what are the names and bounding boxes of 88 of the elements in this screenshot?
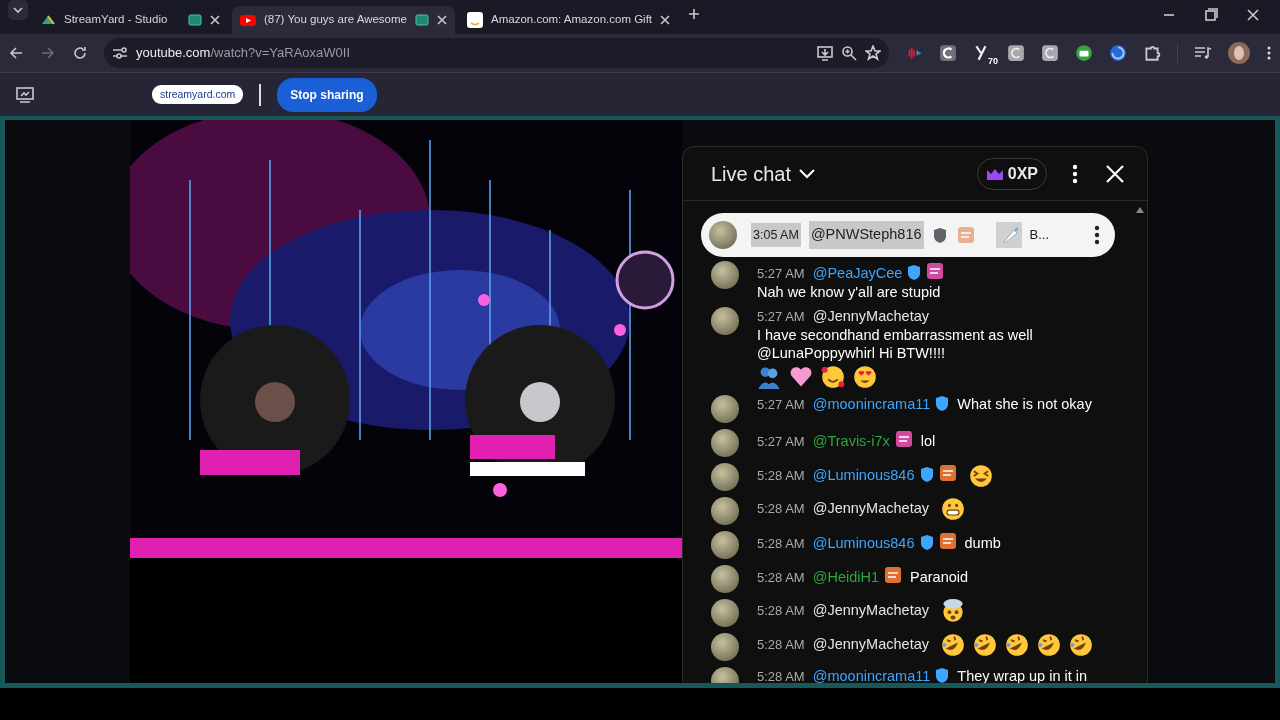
user-avatar — [711, 531, 739, 559]
site-settings-icon[interactable] — [112, 46, 128, 60]
hug-emoji-icon — [757, 365, 781, 389]
media-queue-icon[interactable] — [1194, 45, 1212, 61]
site-chip: streamyard.com — [152, 84, 244, 105]
user-avatar — [711, 633, 739, 661]
install-app-icon[interactable] — [817, 45, 834, 61]
message-time: 5:28 AM — [757, 500, 805, 516]
message-text: B... — [1029, 226, 1051, 245]
message-time: 5:27 AM — [757, 434, 805, 449]
heart-eyes-emoji-icon — [853, 365, 877, 389]
author-name[interactable]: @JennyMachetay — [812, 635, 929, 652]
exploding-head-emoji-icon — [941, 599, 965, 623]
close-icon[interactable] — [437, 15, 447, 25]
more-menu-icon[interactable] — [1266, 45, 1272, 61]
screen-share-icon — [16, 86, 34, 103]
author-name[interactable]: @PNWSteph816 — [808, 221, 924, 249]
browser-tab[interactable]: Amazon.com: Amazon.com Gift — [459, 6, 679, 34]
grimacing-emoji-icon — [941, 497, 965, 521]
user-avatar — [711, 429, 739, 457]
rolling-laughing-emoji-icon — [941, 633, 965, 657]
user-avatar — [709, 221, 737, 249]
message-time: 5:27 AM — [757, 309, 805, 324]
pinned-message-banner[interactable]: 3:05 AM @PNWSteph816 B... — [701, 213, 1115, 257]
zoom-icon[interactable] — [841, 45, 858, 61]
message-text: lol — [920, 433, 936, 449]
browser-tab[interactable]: StreamYard - Studio — [32, 6, 228, 34]
message-text: What she is not okay — [957, 396, 1092, 412]
message-text: I have secondhand embarrassment as well @LunaPoppywhirl Hi BTW!!!! — [757, 326, 1034, 362]
user-avatar — [711, 463, 739, 491]
tab-search-button[interactable] — [8, 0, 28, 20]
user-avatar — [711, 395, 739, 423]
rolling-laughing-emoji-icon — [1069, 633, 1093, 657]
swirl-icon[interactable] — [1109, 44, 1128, 62]
message-text: dumb — [964, 535, 1001, 551]
browser-tab[interactable]: (87) You guys are Awesome — [232, 6, 455, 34]
heart-emoji-icon — [789, 365, 813, 389]
address-bar[interactable]: youtube.com/watch?v=YaRAoxaW0II — [104, 38, 890, 68]
author-name[interactable]: @JennyMachetay — [812, 308, 929, 324]
close-icon[interactable] — [660, 15, 671, 25]
author-name[interactable]: @moonincrama11 — [812, 396, 931, 412]
extensions-icon[interactable] — [1143, 44, 1162, 62]
message-time: 5:28 AM — [757, 536, 805, 551]
smiling-hearts-emoji-icon — [821, 365, 845, 389]
forward-button[interactable] — [40, 45, 56, 61]
c-logo-icon[interactable] — [1041, 44, 1060, 62]
message-text: Paranoid — [910, 569, 969, 585]
author-name[interactable]: @Luminous846 — [812, 535, 915, 551]
chevron-down-icon — [799, 168, 816, 179]
message-time: 5:28 AM — [757, 468, 805, 483]
crown-icon — [985, 167, 1004, 180]
message-time: 5:27 AM — [757, 397, 805, 412]
message-time: 5:28 AM — [757, 636, 805, 652]
url-text: youtube.com/watch?v=YaRAoxaW0II — [136, 44, 351, 63]
author-name[interactable]: @Luminous846 — [812, 467, 915, 483]
message-time: 5:28 AM — [757, 669, 805, 683]
message-time: 3:05 AM — [751, 222, 801, 248]
c-logo-icon[interactable] — [939, 44, 958, 62]
reload-button[interactable] — [72, 45, 88, 61]
play-logo-icon — [240, 12, 256, 28]
rolling-laughing-emoji-icon — [1005, 633, 1029, 657]
message-time: 5:28 AM — [757, 602, 805, 618]
user-avatar — [711, 497, 739, 525]
close-icon[interactable] — [210, 15, 220, 25]
author-name[interactable]: @HeidiH1 — [812, 569, 879, 585]
message-text: Nah we know y'all are stupid — [757, 283, 942, 301]
author-name[interactable]: @PeaJayCee — [812, 265, 903, 281]
smile-logo-icon — [467, 12, 483, 28]
scroll-up-icon[interactable] — [1136, 207, 1144, 213]
stop-sharing-button[interactable]: Stop sharing — [277, 77, 377, 112]
author-name[interactable]: @Travis-i7x — [812, 433, 890, 449]
user-avatar — [711, 599, 739, 627]
author-name[interactable]: @moonincrama11 — [812, 668, 931, 683]
author-name[interactable]: @JennyMachetay — [812, 499, 929, 516]
laughing-emoji-icon — [968, 464, 993, 489]
profile-avatar[interactable] — [1228, 42, 1250, 64]
user-avatar — [711, 307, 739, 335]
back-button[interactable] — [8, 45, 24, 61]
user-avatar — [711, 261, 739, 289]
live-chat-dropdown[interactable]: Live chat — [711, 158, 961, 189]
c-logo-icon[interactable] — [1007, 44, 1026, 62]
message-time: 5:28 AM — [757, 570, 805, 585]
rolling-laughing-emoji-icon — [1037, 633, 1061, 657]
message-time: 5:27 AM — [757, 266, 805, 281]
user-avatar — [711, 565, 739, 593]
bookmark-star-icon[interactable] — [865, 45, 882, 61]
rolling-laughing-emoji-icon — [973, 633, 997, 657]
author-name[interactable]: @JennyMachetay — [812, 601, 929, 618]
